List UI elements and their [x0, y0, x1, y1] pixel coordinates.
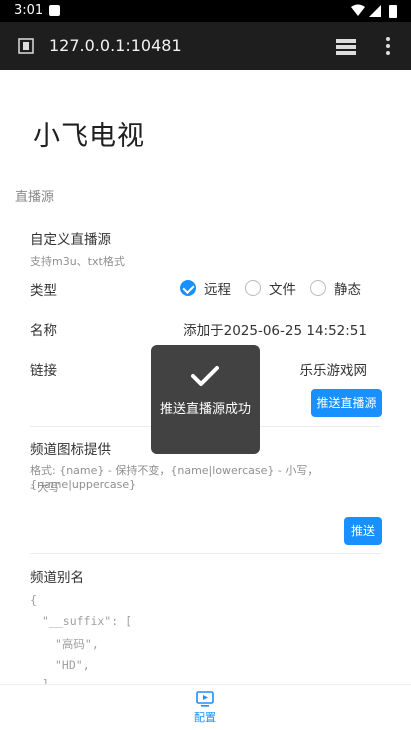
- bottom-nav: 配置: [0, 684, 411, 730]
- radio-remote-circle[interactable]: [180, 280, 196, 296]
- divider: [30, 553, 381, 554]
- overflow-menu-icon[interactable]: [384, 36, 392, 56]
- wifi-icon: [351, 4, 365, 16]
- status-bar: 3:01: [0, 0, 411, 22]
- channel-icon-hint-2: - 大写: [30, 481, 60, 494]
- name-input[interactable]: 添加于2025-06-25 14:52:51: [183, 319, 367, 339]
- radio-remote[interactable]: 远程: [180, 278, 231, 298]
- radio-static-label: 静态: [334, 282, 361, 298]
- radio-file-label: 文件: [269, 282, 296, 298]
- link-input[interactable]: 乐乐游戏网: [300, 359, 368, 379]
- notification-icon: [49, 5, 60, 16]
- push-source-button[interactable]: 推送直播源: [311, 389, 382, 417]
- channel-icon-hint: 格式: {name} - 保持不变，{name|lowercase} - 小写，…: [30, 464, 319, 491]
- page-content: 小飞电视 直播源 自定义直播源 支持m3u、txt格式 类型 远程 文件 静态 …: [0, 70, 411, 684]
- browser-toolbar: 127.0.0.1:10481: [0, 22, 411, 70]
- json-line: "__suffix": [: [42, 614, 133, 628]
- section-label: 直播源: [15, 190, 55, 205]
- app-title: 小飞电视: [33, 121, 145, 152]
- radio-static[interactable]: 静态: [310, 278, 361, 298]
- system-status-icons: [351, 4, 397, 18]
- battery-icon: [389, 5, 397, 18]
- radio-static-circle[interactable]: [310, 280, 326, 296]
- type-radio-group: 远程 文件 静态: [180, 278, 375, 298]
- screen: 3:01 127.0.0.1:10481 小飞电视 直播源 自定义直播源 支持m…: [0, 0, 411, 730]
- success-toast: 推送直播源成功: [151, 345, 260, 454]
- radio-file[interactable]: 文件: [245, 278, 296, 298]
- signal-icon: [369, 5, 381, 17]
- site-info-icon[interactable]: [18, 38, 34, 54]
- status-time: 3:01: [14, 3, 44, 18]
- radio-remote-label: 远程: [204, 282, 231, 298]
- link-label: 链接: [30, 363, 57, 379]
- custom-source-subtitle: 支持m3u、txt格式: [30, 255, 125, 268]
- channel-alias-title: 频道别名: [30, 570, 84, 586]
- json-line: ]: [42, 677, 49, 684]
- monitor-icon: [196, 691, 214, 707]
- type-label: 类型: [30, 283, 57, 299]
- custom-source-title: 自定义直播源: [30, 232, 111, 248]
- json-line: {: [30, 593, 37, 607]
- name-label: 名称: [30, 323, 57, 339]
- check-icon: [191, 366, 219, 386]
- radio-file-circle[interactable]: [245, 280, 261, 296]
- nav-config[interactable]: 配置: [185, 689, 225, 727]
- json-line: "高码",: [55, 637, 99, 651]
- toast-message: 推送直播源成功: [159, 402, 251, 417]
- channel-icon-title: 频道图标提供: [30, 442, 111, 458]
- nav-config-label: 配置: [194, 711, 216, 724]
- tabs-icon[interactable]: [335, 38, 357, 56]
- url-bar[interactable]: 127.0.0.1:10481: [49, 36, 182, 55]
- json-line: "HD",: [55, 658, 90, 672]
- push-icon-button[interactable]: 推送: [344, 517, 382, 545]
